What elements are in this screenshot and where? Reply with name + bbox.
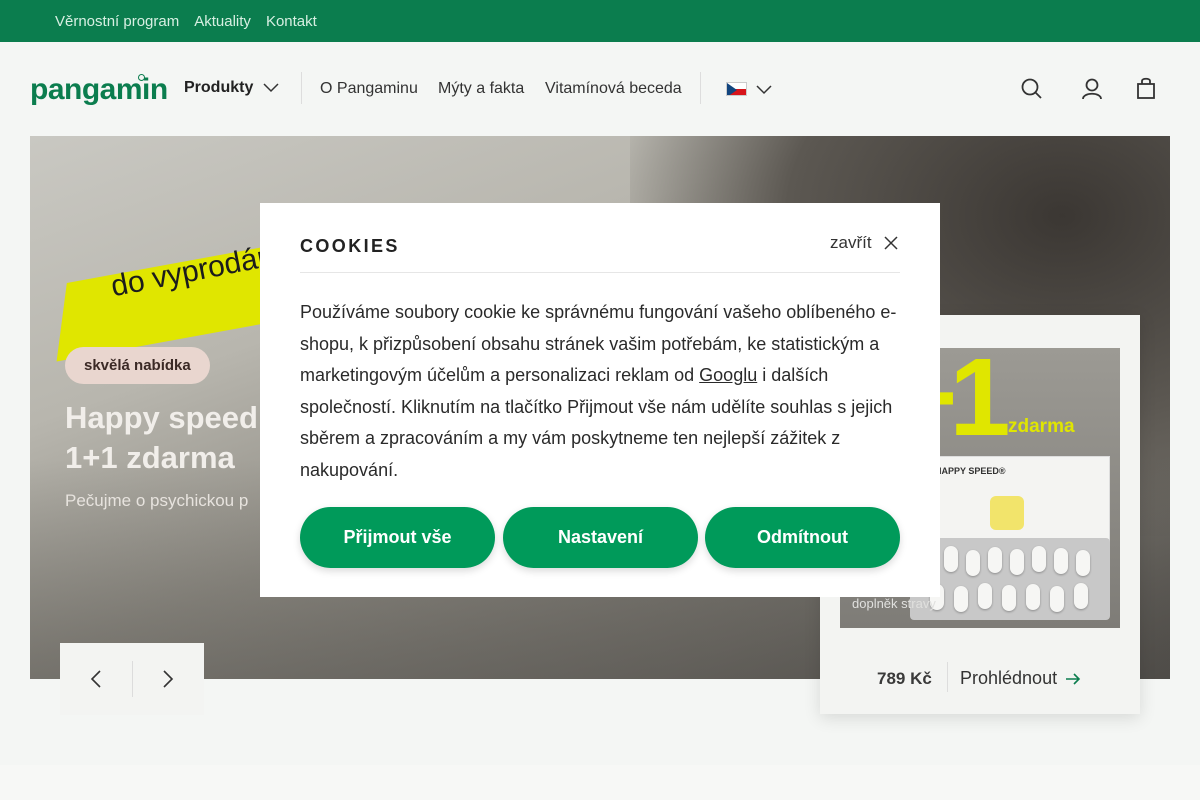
reject-button[interactable]: Odmítnout (705, 507, 900, 568)
cookie-text: Používáme soubory cookie ke správnému fu… (300, 297, 900, 486)
close-button[interactable]: zavřít (830, 233, 898, 253)
close-icon (884, 236, 898, 250)
accept-all-button[interactable]: Přijmout vše (300, 507, 495, 568)
cookie-divider (300, 272, 900, 273)
close-label: zavřít (830, 233, 872, 252)
settings-button[interactable]: Nastavení (503, 507, 698, 568)
cookie-title: COOKIES (300, 236, 400, 256)
google-link[interactable]: Googlu (699, 365, 757, 385)
cookie-dialog: COOKIES zavřít Používáme soubory cookie … (260, 203, 940, 597)
